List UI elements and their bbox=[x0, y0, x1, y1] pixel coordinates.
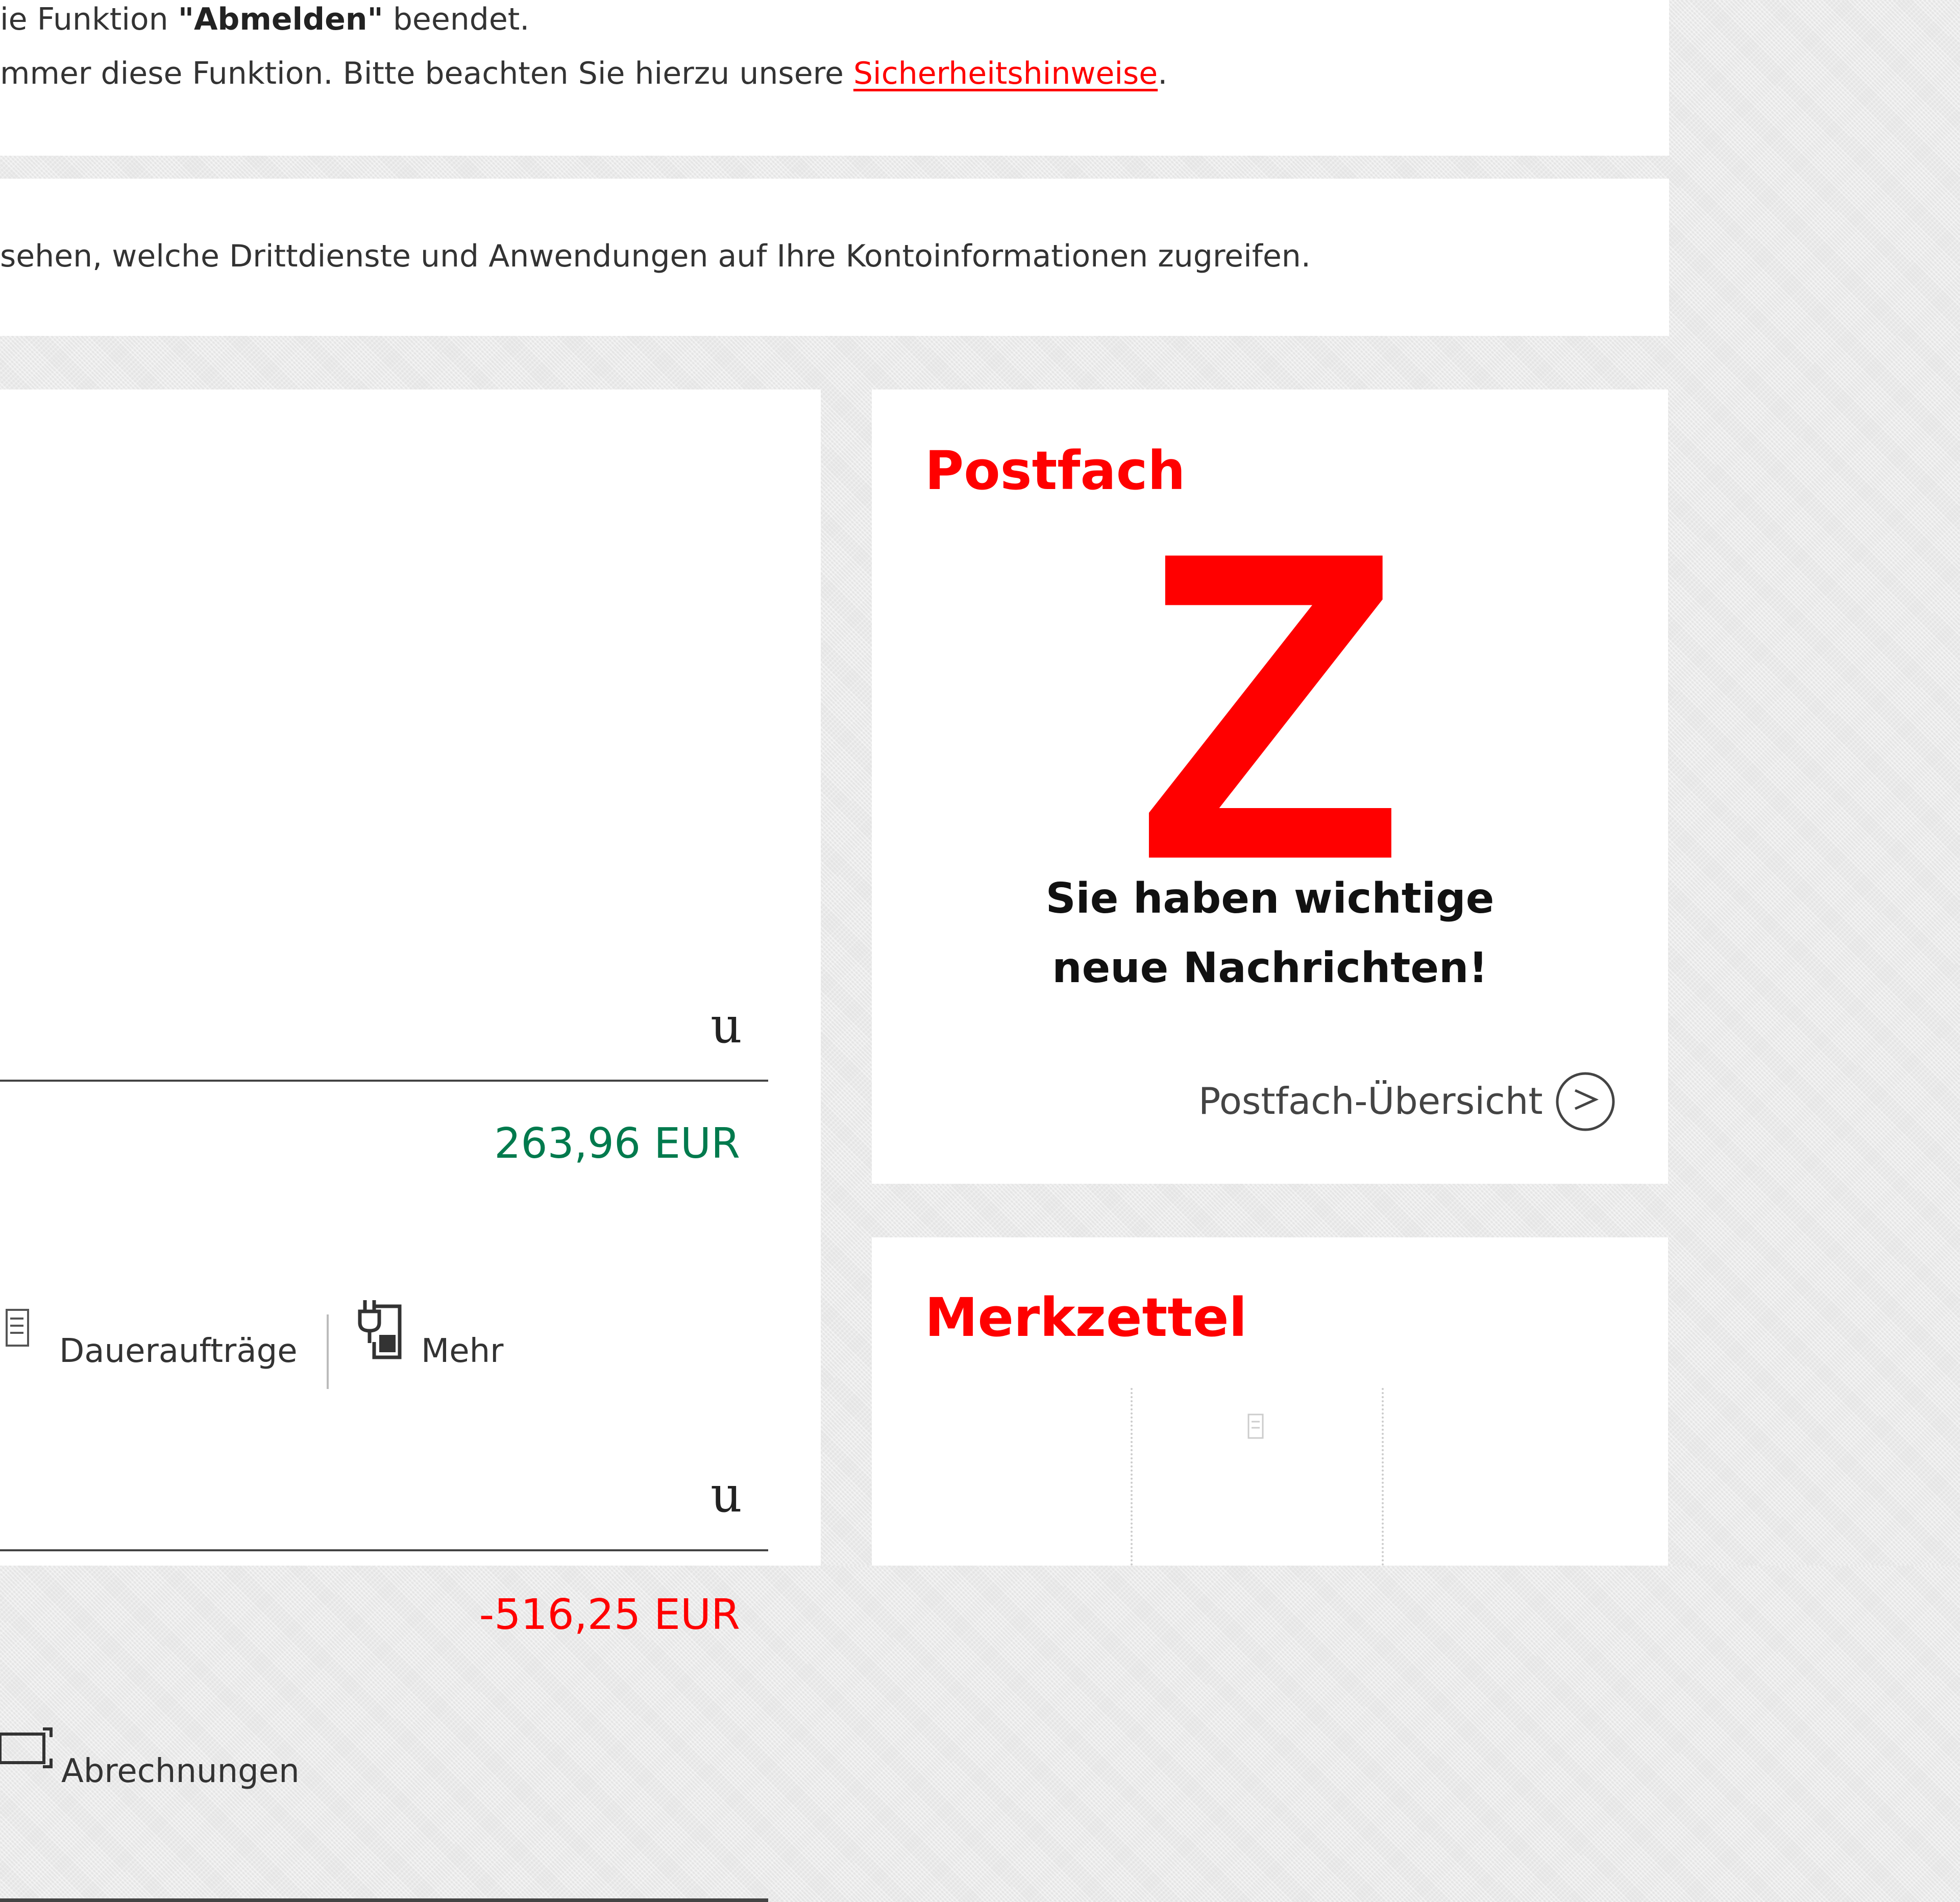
merkzettel-column-divider-left bbox=[1131, 1388, 1133, 1566]
accounts-panel: u 263,96 EUR Daueraufträge Mehr u -516,2… bbox=[0, 389, 821, 1902]
account2-balance: -516,25 EUR bbox=[479, 1591, 740, 1639]
account2-collapse-toggle[interactable]: u bbox=[710, 1470, 742, 1519]
chevron-right-circle-icon[interactable] bbox=[1555, 1071, 1616, 1132]
more-icon[interactable] bbox=[354, 1297, 405, 1363]
postfach-overview-link[interactable]: Postfach-Übersicht bbox=[1198, 1083, 1543, 1119]
statements-link[interactable]: Abrechnungen bbox=[61, 1755, 300, 1788]
logout-notice-line1: ie Funktion "Abmelden" beendet. bbox=[0, 4, 529, 35]
logout-function-name: "Abmelden" bbox=[178, 2, 383, 37]
postfach-big-letter: Z bbox=[1136, 460, 1404, 951]
merkzettel-column-divider-right bbox=[1382, 1388, 1384, 1566]
standing-orders-link[interactable]: Daueraufträge bbox=[59, 1335, 298, 1368]
account1-balance: 263,96 EUR bbox=[494, 1119, 740, 1168]
logout-notice-line2: mmer diese Funktion. Bitte beachten Sie … bbox=[0, 58, 1167, 89]
statements-icon[interactable] bbox=[0, 1722, 55, 1773]
merkzettel-title: Merkzettel bbox=[925, 1286, 1247, 1349]
merkzettel-panel: Merkzettel bbox=[872, 1237, 1668, 1566]
logout-notice-line2-prefix: mmer diese Funktion. Bitte beachten Sie … bbox=[0, 56, 853, 91]
postfach-message: Sie haben wichtige neue Nachrichten! bbox=[1045, 874, 1494, 992]
security-notes-link[interactable]: Sicherheitshinweise bbox=[853, 56, 1158, 91]
third-party-access-text: sehen, welche Drittdienste und Anwendung… bbox=[0, 238, 1311, 274]
action-separator bbox=[327, 1314, 329, 1389]
account2-divider bbox=[0, 1549, 768, 1551]
account1-collapse-toggle[interactable]: u bbox=[710, 1001, 742, 1050]
more-link[interactable]: Mehr bbox=[421, 1335, 503, 1368]
total-divider bbox=[0, 1898, 768, 1902]
logout-notice-line1-prefix: ie Funktion bbox=[0, 2, 178, 37]
third-party-access-panel: sehen, welche Drittdienste und Anwendung… bbox=[0, 179, 1669, 336]
logout-notice-panel: ie Funktion "Abmelden" beendet. mmer die… bbox=[0, 0, 1669, 156]
logout-notice-line2-suffix: . bbox=[1158, 56, 1168, 91]
account1-divider bbox=[0, 1080, 768, 1082]
postfach-panel: Postfach Z Sie haben wichtige neue Nachr… bbox=[872, 389, 1668, 1184]
standing-order-icon[interactable] bbox=[5, 1308, 31, 1347]
merkzettel-placeholder-icon bbox=[1247, 1413, 1264, 1439]
logout-notice-line1-suffix: beendet. bbox=[383, 2, 530, 37]
